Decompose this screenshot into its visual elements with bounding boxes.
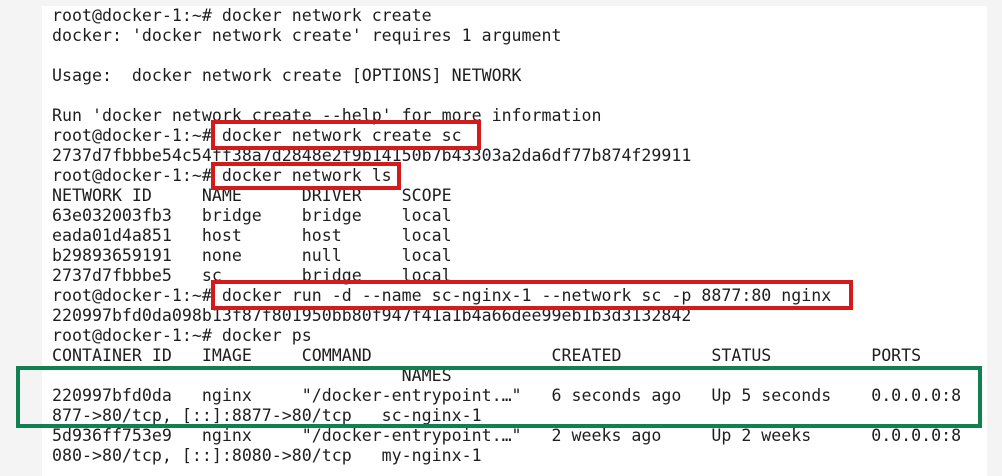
terminal-line-4: Usage: docker network create [OPTIONS] N… — [52, 66, 522, 85]
terminal-line-11: 63e032003fb3 bridge bridge local — [52, 206, 452, 225]
terminal-line-17: root@docker-1:~# docker ps — [52, 326, 312, 345]
terminal-line-15: root@docker-1:~# docker run -d --name sc… — [52, 286, 832, 305]
terminal-line-12: eada01d4a851 host host local — [52, 226, 452, 245]
terminal-line-8: 2737d7fbbbe54c54ff38a7d2848e2f9b14150b7b… — [52, 146, 692, 165]
terminal-line-13: b29893659191 none null local — [52, 246, 452, 265]
terminal-line-18: CONTAINER ID IMAGE COMMAND CREATED STATU… — [52, 346, 922, 365]
terminal-line-16: 220997bfd0da098b13f87f801950bb80f947f41a… — [52, 306, 692, 325]
terminal-line-23: 080->80/tcp, [::]:8080->80/tcp my-nginx-… — [52, 446, 482, 465]
terminal-line-1: root@docker-1:~# docker network create — [52, 6, 432, 25]
terminal-line-20: 220997bfd0da nginx "/docker-entrypoint.…… — [52, 386, 962, 405]
terminal-line-2: docker: 'docker network create' requires… — [52, 26, 562, 45]
terminal-line-6: Run 'docker network create --help' for m… — [52, 106, 602, 125]
terminal-line-19: NAMES — [52, 366, 452, 385]
terminal-line-10: NETWORK ID NAME DRIVER SCOPE — [52, 186, 452, 205]
terminal-line-9: root@docker-1:~# docker network ls — [52, 166, 392, 185]
terminal-line-21: 877->80/tcp, [::]:8877->80/tcp sc-nginx-… — [52, 406, 482, 425]
terminal-line-14: 2737d7fbbbe5 sc bridge local — [52, 266, 452, 285]
terminal-line-22: 5d936ff753e9 nginx "/docker-entrypoint.…… — [52, 426, 962, 445]
terminal-line-7: root@docker-1:~# docker network create s… — [52, 126, 462, 145]
